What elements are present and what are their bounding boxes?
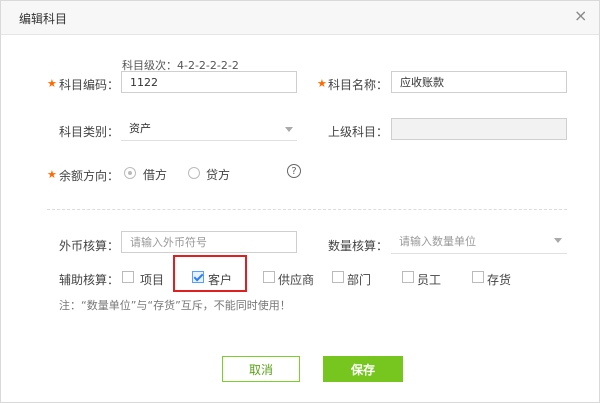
required-star-icon: ★ <box>317 77 327 90</box>
quantity-label: 数量核算： <box>328 239 389 253</box>
required-star-icon: ★ <box>47 77 57 90</box>
dialog-header: 编辑科目 × <box>1 1 599 35</box>
section-divider <box>47 209 567 210</box>
highlight-box <box>173 255 247 292</box>
radio-credit-label: 贷方 <box>206 168 231 182</box>
checkbox-inventory-label: 存货 <box>487 273 512 287</box>
aux-label: 辅助核算： <box>59 273 120 287</box>
radio-debit[interactable] <box>124 167 136 179</box>
quantity-underline <box>391 253 567 254</box>
checkbox-employee-label: 员工 <box>417 273 442 287</box>
dialog-title: 编辑科目 <box>19 12 68 26</box>
category-select[interactable]: 资产 <box>129 118 151 140</box>
quantity-select[interactable]: 请输入数量单位 <box>399 231 476 253</box>
chevron-down-icon[interactable] <box>554 238 562 243</box>
code-label: 科目编码： <box>59 78 120 92</box>
checkbox-department[interactable] <box>332 271 344 283</box>
name-label: 科目名称： <box>328 78 389 92</box>
radio-debit-label: 借方 <box>143 168 168 182</box>
checkbox-department-label: 部门 <box>347 273 372 287</box>
checkbox-project[interactable] <box>122 271 134 283</box>
category-underline <box>121 140 297 141</box>
balance-direction-label: 余额方向： <box>59 169 120 183</box>
currency-input[interactable]: 请输入外币符号 <box>121 231 297 253</box>
name-input[interactable]: 应收账款 <box>391 71 567 93</box>
close-icon[interactable]: × <box>574 8 587 24</box>
currency-label: 外币核算： <box>59 239 120 253</box>
edit-account-dialog: 编辑科目 × 科目级次：4-2-2-2-2-2 ★ 科目编码： 1122 ★ 科… <box>0 0 600 403</box>
category-label: 科目类别： <box>59 125 120 139</box>
checkbox-inventory[interactable] <box>472 271 484 283</box>
note-text: 注：“数量单位”与“存货”互斥，不能同时使用！ <box>59 299 291 312</box>
parent-label: 上级科目： <box>328 125 389 139</box>
checkbox-project-label: 项目 <box>140 273 165 287</box>
radio-credit[interactable] <box>188 167 200 179</box>
save-button[interactable]: 保存 <box>323 356 403 382</box>
checkbox-supplier[interactable] <box>263 271 275 283</box>
checkbox-supplier-label: 供应商 <box>278 273 315 287</box>
help-icon[interactable]: ? <box>287 164 301 178</box>
parent-input[interactable] <box>391 118 567 140</box>
code-input[interactable]: 1122 <box>121 71 297 93</box>
checkbox-employee[interactable] <box>402 271 414 283</box>
chevron-down-icon[interactable] <box>285 127 293 132</box>
cancel-button[interactable]: 取消 <box>222 356 300 382</box>
required-star-icon: ★ <box>47 168 57 181</box>
